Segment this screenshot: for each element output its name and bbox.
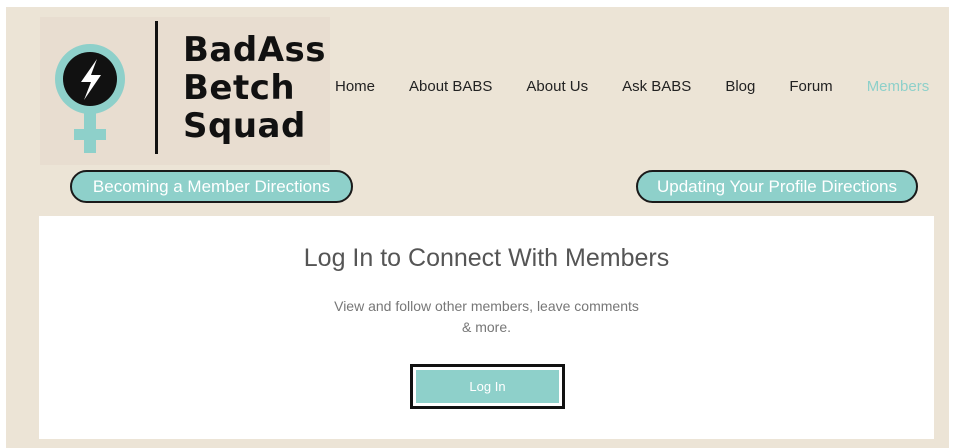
login-description-line-2: & more. bbox=[461, 319, 511, 335]
nav-item-about-babs[interactable]: About BABS bbox=[409, 78, 492, 95]
brand-line-3: Squad bbox=[183, 106, 306, 146]
brand-line-1: BadAss bbox=[183, 30, 326, 70]
profile-directions-button[interactable]: Updating Your Profile Directions bbox=[636, 170, 918, 203]
nav-item-forum[interactable]: Forum bbox=[789, 78, 832, 95]
nav-item-about-us[interactable]: About Us bbox=[526, 78, 588, 95]
nav-item-members[interactable]: Members bbox=[867, 78, 930, 95]
female-symbol-lightning-icon bbox=[55, 44, 125, 153]
main-nav: Home About BABS About Us Ask BABS Blog F… bbox=[335, 76, 929, 96]
login-description-line-1: View and follow other members, leave com… bbox=[334, 298, 639, 314]
logo-divider bbox=[155, 21, 158, 154]
login-button-label: Log In bbox=[416, 370, 559, 403]
login-title: Log In to Connect With Members bbox=[303, 244, 670, 272]
login-button[interactable]: Log In bbox=[410, 364, 565, 409]
nav-item-ask-babs[interactable]: Ask BABS bbox=[622, 78, 691, 95]
member-directions-button[interactable]: Becoming a Member Directions bbox=[70, 170, 353, 203]
nav-item-home[interactable]: Home bbox=[335, 78, 375, 95]
site-logo[interactable]: BadAss Betch Squad bbox=[40, 17, 330, 165]
page-background: BadAss Betch Squad Home About BABS About… bbox=[6, 7, 949, 448]
brand-line-2: Betch bbox=[183, 68, 296, 108]
brand-name: BadAss Betch Squad bbox=[183, 31, 326, 145]
nav-item-blog[interactable]: Blog bbox=[725, 78, 755, 95]
login-card: Log In to Connect With Members View and … bbox=[39, 216, 934, 439]
login-description: View and follow other members, leave com… bbox=[299, 296, 674, 338]
